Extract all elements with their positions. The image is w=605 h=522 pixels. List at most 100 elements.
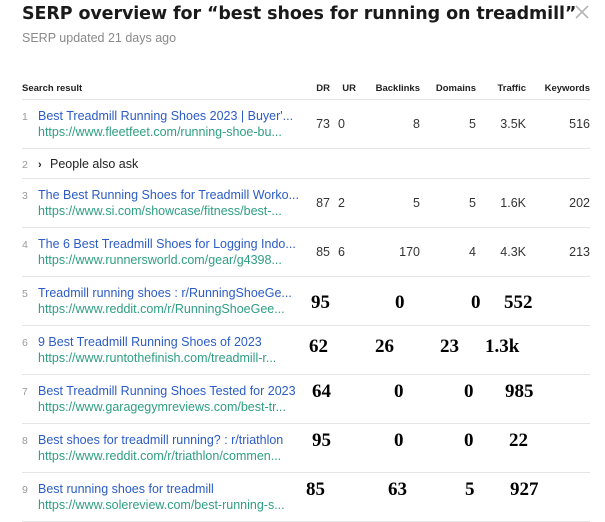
- serp-updated-status: SERP updated 21 days ago: [22, 31, 177, 45]
- result-title-link[interactable]: Best Treadmill Running Shoes 2023 | Buye…: [38, 109, 293, 123]
- result-url-link[interactable]: https://www.runtothefinish.com/treadmill…: [22, 351, 304, 365]
- result-position: 2: [22, 158, 28, 171]
- keywords-value: 213: [526, 227, 590, 277]
- backlinks-value: 26: [375, 336, 394, 357]
- dr-value: 85: [306, 479, 325, 500]
- column-header-domains[interactable]: Domains: [420, 78, 476, 100]
- search-result-cell: 3 The Best Running Shoes for Treadmill Wo…: [22, 178, 304, 228]
- column-header-traffic[interactable]: Traffic: [476, 78, 526, 100]
- result-url-link[interactable]: https://www.reddit.com/r/RunningShoeGee.…: [22, 302, 304, 316]
- column-header-backlinks[interactable]: Backlinks: [356, 78, 420, 100]
- backlinks-value: 0: [394, 381, 404, 402]
- result-title-link[interactable]: Best shoes for treadmill running? : r/tr…: [38, 433, 283, 447]
- search-result-cell: 4 The 6 Best Treadmill Shoes for Logging …: [22, 227, 304, 277]
- page-title: SERP overview for “best shoes for runnin…: [22, 4, 577, 24]
- result-url-link[interactable]: https://www.si.com/showcase/fitness/best…: [22, 204, 304, 218]
- traffic-value: 985: [505, 381, 534, 402]
- ur-value: 0: [330, 99, 356, 149]
- chevron-right-icon: ›: [38, 158, 42, 171]
- metrics-cell: 85 63 5 927: [304, 472, 590, 522]
- result-title-link[interactable]: Best Treadmill Running Shoes Tested for …: [38, 384, 296, 398]
- backlinks-value: 63: [388, 479, 407, 500]
- result-position: 4: [22, 239, 28, 251]
- table-row: 3 The Best Running Shoes for Treadmill Wo…: [22, 178, 590, 228]
- result-url-link[interactable]: https://www.solereview.com/best-running-…: [22, 498, 304, 512]
- domains-value: 0: [471, 292, 481, 313]
- column-header-keywords[interactable]: Keywords: [526, 78, 590, 100]
- close-icon: [575, 5, 589, 19]
- table-row: 69 Best Treadmill Running Shoes of 2023 …: [22, 325, 590, 375]
- backlinks-value: 5: [356, 178, 420, 228]
- domains-value: 0: [464, 381, 474, 402]
- table-row: 4 The 6 Best Treadmill Shoes for Logging …: [22, 227, 590, 277]
- search-result-cell: 5 Treadmill running shoes : r/RunningShoe…: [22, 276, 304, 326]
- result-position: 1: [22, 111, 28, 123]
- dr-value: 95: [311, 292, 330, 313]
- column-header-dr[interactable]: DR: [304, 78, 330, 100]
- backlinks-value: 8: [356, 99, 420, 149]
- result-position: 3: [22, 190, 28, 202]
- backlinks-value: 0: [394, 430, 404, 451]
- result-position: 7: [22, 386, 28, 398]
- dr-value: 95: [312, 430, 331, 451]
- dr-value: 87: [304, 178, 330, 228]
- result-position: 9: [22, 484, 28, 496]
- result-title-link[interactable]: Best running shoes for treadmill: [38, 482, 214, 496]
- domains-value: 23: [440, 336, 459, 357]
- column-header-ur[interactable]: UR: [330, 78, 356, 100]
- backlinks-value: 170: [356, 227, 420, 277]
- search-result-cell: 7 Best Treadmill Running Shoes Tested for…: [22, 374, 304, 424]
- ur-value: 2: [330, 178, 356, 228]
- traffic-value: 3.5K: [476, 99, 526, 149]
- result-url-link[interactable]: https://www.runnersworld.com/gear/g4398.…: [22, 253, 304, 267]
- result-title-link[interactable]: The Best Running Shoes for Treadmill Wor…: [38, 188, 299, 202]
- result-position: 6: [22, 337, 28, 349]
- traffic-value: 4.3K: [476, 227, 526, 277]
- metrics-cell: 62 26 23 1.3k: [304, 325, 590, 375]
- result-title-link[interactable]: Treadmill running shoes : r/RunningShoeG…: [38, 286, 292, 300]
- result-title-link[interactable]: The 6 Best Treadmill Shoes for Logging I…: [38, 237, 296, 251]
- table-row: 9 Best running shoes for treadmill https:…: [22, 472, 590, 522]
- table-row: 8 Best shoes for treadmill running? : r/t…: [22, 423, 590, 473]
- result-position: 5: [22, 288, 28, 300]
- search-result-cell: 9 Best running shoes for treadmill https:…: [22, 472, 304, 522]
- metrics-cell: 95 0 0 22: [304, 423, 590, 473]
- traffic-value: 552: [504, 292, 533, 313]
- dr-value: 85: [304, 227, 330, 277]
- traffic-value: 927: [510, 479, 539, 500]
- result-title-link[interactable]: 9 Best Treadmill Running Shoes of 2023: [38, 335, 262, 349]
- keywords-value: 202: [526, 178, 590, 228]
- result-position: 8: [22, 435, 28, 447]
- search-result-cell: 69 Best Treadmill Running Shoes of 2023 …: [22, 325, 304, 375]
- ur-value: 6: [330, 227, 356, 277]
- domains-value: 0: [464, 430, 474, 451]
- table-row: 5 Treadmill running shoes : r/RunningShoe…: [22, 276, 590, 326]
- domains-value: 4: [420, 227, 476, 277]
- metrics-cell: 64 0 0 985: [304, 374, 590, 424]
- domains-value: 5: [420, 178, 476, 228]
- domains-value: 5: [465, 479, 475, 500]
- traffic-value: 22: [509, 430, 528, 451]
- traffic-value: 1.3k: [485, 336, 520, 357]
- people-also-ask-label: People also ask: [50, 156, 139, 171]
- people-also-ask-row[interactable]: 2 › People also ask: [22, 148, 590, 179]
- traffic-value: 1.6K: [476, 178, 526, 228]
- backlinks-value: 0: [395, 292, 405, 313]
- people-also-ask-cell[interactable]: 2 › People also ask: [22, 148, 590, 179]
- domains-value: 5: [420, 99, 476, 149]
- column-header-search-result[interactable]: Search result: [22, 78, 304, 100]
- serp-table: Search result DR UR Backlinks Domains Tr…: [22, 78, 590, 522]
- search-result-cell: 1 Best Treadmill Running Shoes 2023 | Buy…: [22, 99, 304, 149]
- result-url-link[interactable]: https://www.garagegymreviews.com/best-tr…: [22, 400, 304, 414]
- close-button[interactable]: [573, 3, 591, 21]
- table-row: 7 Best Treadmill Running Shoes Tested for…: [22, 374, 590, 424]
- keywords-value: 516: [526, 99, 590, 149]
- result-url-link[interactable]: https://www.fleetfeet.com/running-shoe-b…: [22, 125, 304, 139]
- dr-value: 73: [304, 99, 330, 149]
- table-header-row: Search result DR UR Backlinks Domains Tr…: [22, 78, 590, 100]
- result-url-link[interactable]: https://www.reddit.com/r/triathlon/comme…: [22, 449, 304, 463]
- dr-value: 64: [312, 381, 331, 402]
- table-row: 1 Best Treadmill Running Shoes 2023 | Buy…: [22, 99, 590, 149]
- search-result-cell: 8 Best shoes for treadmill running? : r/t…: [22, 423, 304, 473]
- dr-value: 62: [309, 336, 328, 357]
